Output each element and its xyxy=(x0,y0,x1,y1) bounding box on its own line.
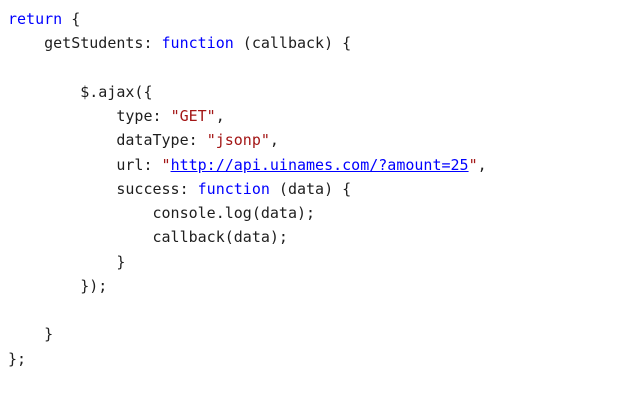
code-line: success: function (data) { xyxy=(8,177,618,201)
code-text: { xyxy=(62,10,81,28)
code-line: getStudents: function (callback) { xyxy=(8,31,618,55)
code-text: console.log(data); xyxy=(8,204,316,222)
code-text: , xyxy=(269,131,279,150)
code-line: url: "http://api.uinames.com/?amount=25"… xyxy=(8,153,618,177)
code-text: callback(data); xyxy=(8,228,288,247)
code-text: }; xyxy=(8,349,27,368)
code-text: type: xyxy=(8,107,171,125)
code-text: } xyxy=(8,252,126,271)
code-text: , xyxy=(477,155,487,174)
code-text: (data) { xyxy=(269,179,352,198)
code-line: dataType: "jsonp", xyxy=(8,128,618,152)
code-text: url: xyxy=(8,155,162,174)
code-text: dataType: xyxy=(8,131,207,150)
code-keyword: function xyxy=(161,34,234,53)
code-string: " xyxy=(161,155,171,174)
code-line: }; xyxy=(8,347,618,371)
code-string: "jsonp" xyxy=(206,131,270,150)
code-line: }); xyxy=(8,274,618,298)
code-text: getStudents: xyxy=(8,34,162,53)
code-editor: return { getStudents: function (callback… xyxy=(8,7,618,407)
code-text: (callback) { xyxy=(233,34,352,53)
code-text: }); xyxy=(8,276,108,295)
code-text: success: xyxy=(8,179,198,198)
code-keyword: function xyxy=(197,179,270,198)
code-line: $.ajax({ xyxy=(8,80,618,104)
code-string: "GET" xyxy=(170,107,216,125)
code-line: callback(data); xyxy=(8,225,618,249)
url-link[interactable]: http://api.uinames.com/?amount=25 xyxy=(171,156,469,174)
code-line: } xyxy=(8,322,618,346)
code-line: return { xyxy=(8,7,618,31)
code-string: " xyxy=(468,155,478,174)
code-text: } xyxy=(8,325,54,344)
code-line: type: "GET", xyxy=(8,104,618,128)
code-text: $.ajax({ xyxy=(8,82,153,101)
code-line: console.log(data); xyxy=(8,201,618,225)
code-keyword: return xyxy=(8,10,63,28)
code-line: } xyxy=(8,250,618,274)
code-text: , xyxy=(215,107,225,125)
